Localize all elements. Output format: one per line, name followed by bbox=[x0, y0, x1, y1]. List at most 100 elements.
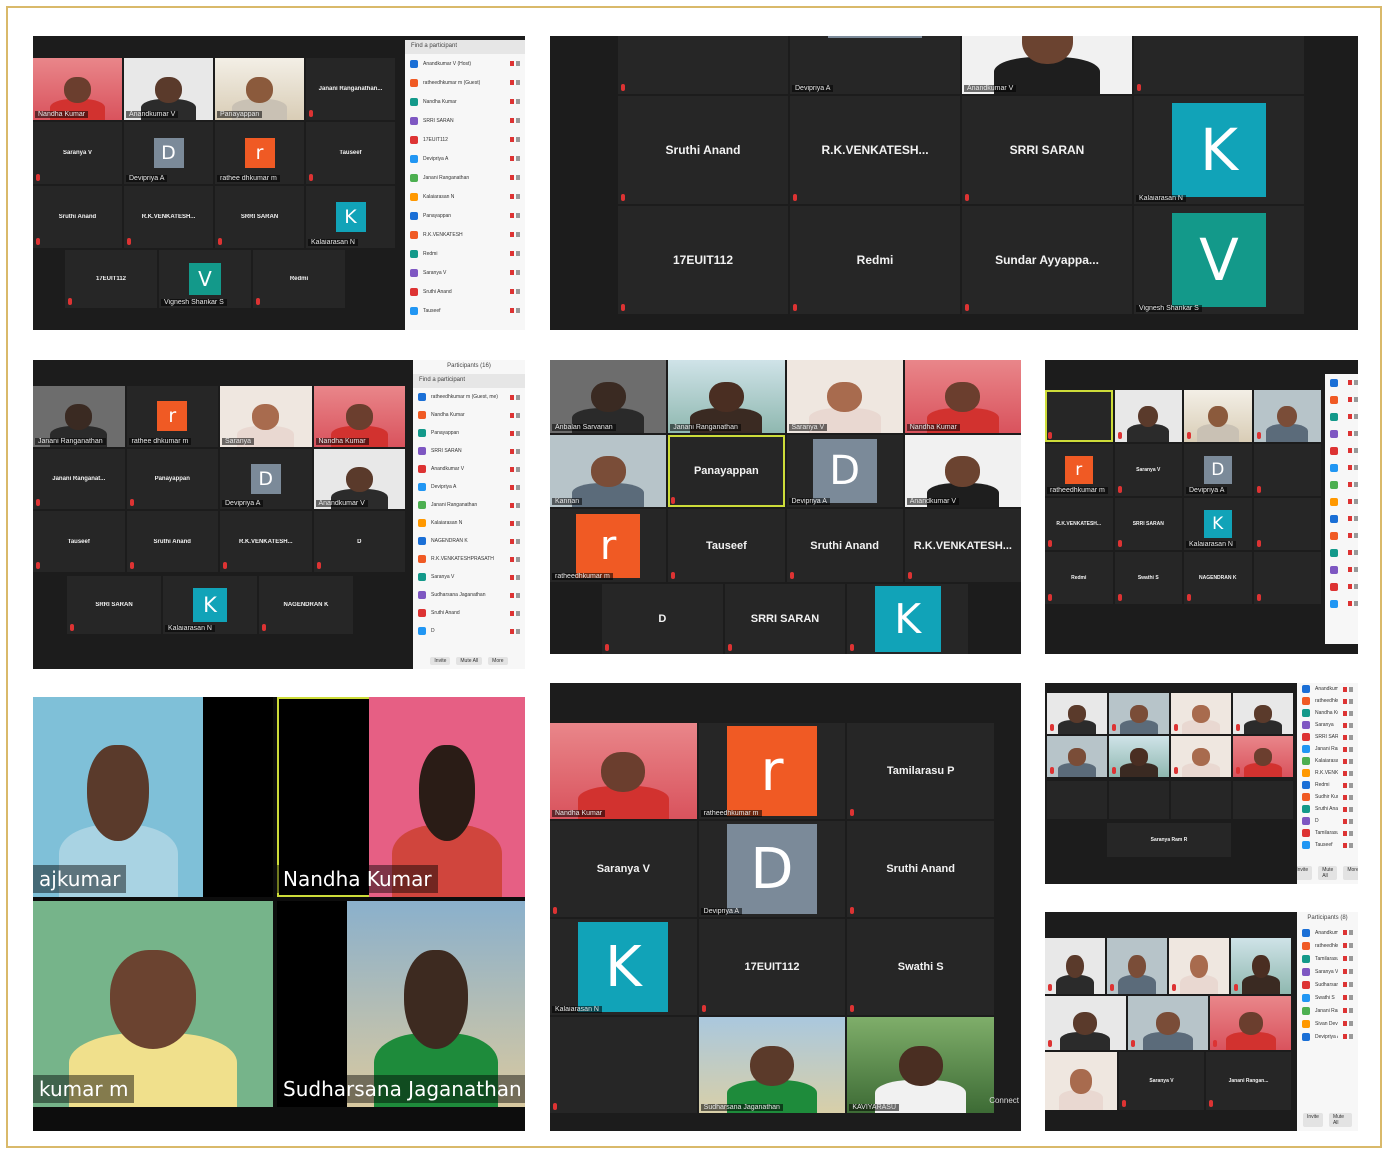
participant-tile[interactable] bbox=[1171, 693, 1231, 734]
participant-list-item[interactable]: Sivan Dev Rangasamy bbox=[1297, 1017, 1358, 1030]
participant-list-item[interactable]: Panayappan bbox=[1325, 510, 1358, 527]
participant-list-item[interactable]: Anandkumar V (Host) bbox=[405, 54, 525, 73]
participant-list-item[interactable]: 17EUIT112 bbox=[1325, 442, 1358, 459]
participant-list-item[interactable]: Redmi bbox=[1325, 544, 1358, 561]
participant-tile[interactable]: 17EUIT112 bbox=[65, 250, 157, 308]
participant-tile[interactable]: Sruthi Anand bbox=[126, 511, 218, 572]
participant-tile[interactable] bbox=[1109, 781, 1169, 819]
participant-list-item[interactable]: Anandkumar V (Me) bbox=[1297, 683, 1358, 695]
participant-list-item[interactable]: Tauseef bbox=[1297, 839, 1358, 851]
participant-tile[interactable] bbox=[1253, 498, 1321, 550]
participant-tile[interactable]: Janani Ranganat... bbox=[33, 448, 125, 510]
participant-list-item[interactable]: ratheedhkumar m (Guest) bbox=[405, 73, 525, 92]
participant-tile[interactable]: Nandha Kumar bbox=[904, 360, 1021, 433]
participant-list-item[interactable]: Kalaiarasan N bbox=[1297, 755, 1358, 767]
participant-list-item[interactable]: Devipriya A bbox=[1297, 1030, 1358, 1043]
participant-tile[interactable] bbox=[1047, 781, 1107, 819]
participant-tile[interactable]: K Kalaiarasan N bbox=[163, 576, 257, 634]
participant-list-item[interactable]: R.K.VENKATESHPRASATH bbox=[1297, 767, 1358, 779]
participant-tile[interactable]: Panayappan bbox=[668, 434, 785, 508]
participant-tile[interactable]: R.K.VENKATESH... bbox=[220, 511, 312, 572]
participant-tile[interactable]: Tauseef bbox=[306, 122, 395, 184]
participant-tile[interactable]: r ratheedhkumar m bbox=[698, 723, 846, 819]
participant-list-item[interactable]: Nandha Kumar bbox=[1297, 707, 1358, 719]
participant-tile[interactable]: Anbalan Sarvanan bbox=[550, 360, 667, 433]
participant-tile[interactable]: 17EUIT112 bbox=[618, 206, 788, 314]
participant-tile[interactable]: DDevipriya A bbox=[786, 434, 903, 508]
panel-button[interactable]: More bbox=[488, 657, 508, 665]
participant-list-item[interactable]: Anandkumar V (Me) bbox=[1297, 926, 1358, 939]
panel-button[interactable]: Invite bbox=[1303, 1113, 1323, 1127]
participant-tile[interactable] bbox=[1127, 996, 1209, 1050]
participant-list-item[interactable]: Kalaiarasan N bbox=[405, 187, 525, 206]
participant-list-item[interactable]: Sruthi Anand bbox=[1297, 803, 1358, 815]
participant-list-item[interactable]: Sudhir Kumar bbox=[1297, 791, 1358, 803]
participant-tile[interactable]: Anandkumar V bbox=[313, 448, 405, 510]
participant-tile[interactable]: Sruthi Anand bbox=[618, 96, 788, 204]
participant-tile[interactable]: K Kalaiarasan N bbox=[1134, 96, 1304, 204]
participant-tile[interactable]: Anandkumar V bbox=[904, 434, 1021, 508]
participant-list-item[interactable]: Anandkumar V bbox=[413, 460, 525, 478]
participant-list-item[interactable]: SRRI SARAN bbox=[1297, 731, 1358, 743]
participant-tile[interactable]: Sundar Ayyappa... bbox=[962, 206, 1132, 314]
participant-list-item[interactable]: ratheedhkumar m (Guest, me) bbox=[413, 388, 525, 406]
participant-tile[interactable] bbox=[1109, 693, 1169, 734]
participant-tile[interactable]: DDevipriya A bbox=[698, 821, 846, 917]
participant-list-item[interactable]: Tamilarasu bbox=[1297, 827, 1358, 839]
participant-search-input[interactable]: Find a participant bbox=[413, 374, 525, 388]
participant-list-item[interactable]: Redmi bbox=[405, 244, 525, 263]
participant-tile[interactable]: Saranya V bbox=[1119, 1052, 1204, 1110]
participant-list-item[interactable]: Nandha Kumar bbox=[413, 406, 525, 424]
participant-list-item[interactable]: Kalaiarasan N bbox=[1325, 493, 1358, 510]
participant-tile[interactable] bbox=[1109, 736, 1169, 777]
participant-tile[interactable]: Swathi S bbox=[847, 919, 994, 1015]
participant-tile[interactable]: DDevipriya A bbox=[790, 36, 960, 94]
participant-tile[interactable]: Saranya V bbox=[786, 360, 903, 433]
participant-tile[interactable] bbox=[1171, 781, 1231, 819]
participant-tile[interactable]: K Kalaiarasan N bbox=[1184, 498, 1252, 550]
participant-tile[interactable] bbox=[550, 1017, 697, 1113]
participant-tile[interactable]: Panayappan bbox=[126, 448, 218, 510]
participant-list-item[interactable]: Devipriya A bbox=[405, 149, 525, 168]
participant-tile[interactable]: Redmi bbox=[790, 206, 960, 314]
participant-list-item[interactable]: Panayappan bbox=[413, 424, 525, 442]
participant-tile[interactable] bbox=[1169, 938, 1229, 994]
speaker-video-tile[interactable]: kumar m bbox=[33, 901, 273, 1107]
participant-list-item[interactable]: 17EUIT112 bbox=[405, 130, 525, 149]
participant-list-item[interactable]: Janani Ranganathan bbox=[405, 168, 525, 187]
participant-tile[interactable] bbox=[618, 36, 788, 94]
participant-list-item[interactable]: Sudharsana Jaganathan bbox=[413, 586, 525, 604]
participant-list-item[interactable]: Tamilarasu P bbox=[1297, 952, 1358, 965]
participant-tile[interactable]: Sruthi Anand bbox=[786, 509, 903, 582]
participant-tile[interactable] bbox=[1233, 781, 1293, 819]
participant-tile[interactable]: Saranya bbox=[220, 386, 312, 447]
panel-button[interactable]: Mute All bbox=[1318, 866, 1338, 880]
participant-tile[interactable]: Janani Rangan... bbox=[1206, 1052, 1291, 1110]
participant-tile[interactable]: K Kalaiarasan N bbox=[306, 186, 395, 248]
participant-list-item[interactable]: Janani Ranganathan bbox=[1297, 743, 1358, 755]
participant-tile[interactable] bbox=[1233, 736, 1293, 777]
participant-list-item[interactable]: Nandha Kumar bbox=[1325, 408, 1358, 425]
participant-tile[interactable]: Anandkumar V bbox=[124, 58, 213, 120]
participant-tile[interactable]: Anandkumar V bbox=[962, 36, 1132, 94]
participant-tile[interactable]: Tamilarasu P bbox=[847, 723, 994, 819]
participant-tile[interactable]: V Vignesh Shankar S bbox=[1134, 206, 1304, 314]
participant-tile[interactable]: Janani Ranganathan bbox=[33, 386, 125, 447]
participant-search-input[interactable]: Find a participant bbox=[405, 40, 525, 54]
participant-list-item[interactable]: R.K.V bbox=[1325, 527, 1358, 544]
participant-tile[interactable]: SRRI SARAN bbox=[215, 186, 304, 248]
participant-tile[interactable]: DDevipriya A bbox=[220, 448, 312, 510]
participant-list-item[interactable]: ratheedhkumar m (Guest) bbox=[1297, 939, 1358, 952]
participant-tile[interactable]: DDevipriya A bbox=[124, 122, 213, 184]
participant-list-item[interactable]: Janani bbox=[1325, 476, 1358, 493]
participant-tile[interactable] bbox=[1253, 552, 1321, 604]
participant-list-item[interactable]: Sruthi bbox=[1325, 578, 1358, 595]
speaker-video-tile[interactable]: Sudharsana Jaganathan bbox=[277, 901, 525, 1107]
participant-list-item[interactable]: Saranya V bbox=[405, 263, 525, 282]
panel-button[interactable]: Invite bbox=[1297, 866, 1313, 880]
participant-tile[interactable] bbox=[1231, 938, 1291, 994]
participant-tile[interactable]: K bbox=[847, 584, 968, 654]
participant-tile[interactable] bbox=[1107, 938, 1167, 994]
participant-list-item[interactable]: R.K.VENKATESH bbox=[405, 225, 525, 244]
participant-tile[interactable]: Nandha Kumar bbox=[550, 723, 697, 819]
